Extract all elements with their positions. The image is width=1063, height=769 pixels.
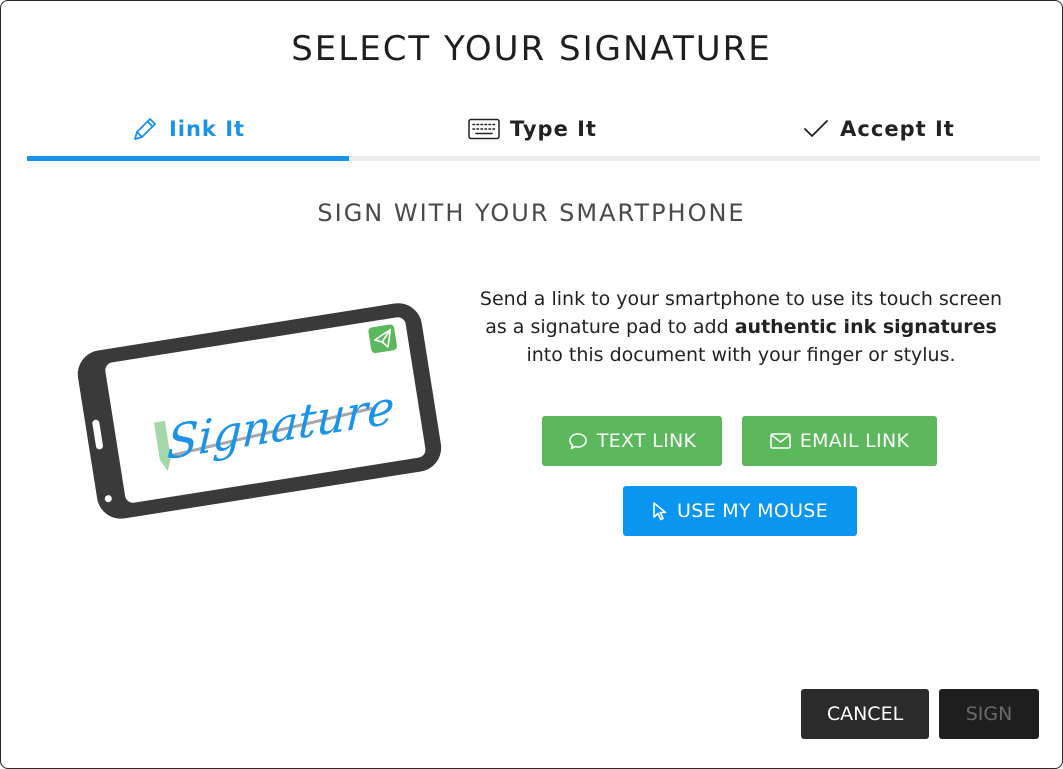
tab-type-it[interactable]: Type It — [365, 111, 700, 147]
smartphone-illustration: Signature — [71, 296, 451, 526]
pencil-icon — [131, 115, 159, 143]
use-my-mouse-label: USE MY MOUSE — [677, 500, 828, 522]
sign-button[interactable]: SIGN — [939, 689, 1039, 739]
checkmark-icon — [802, 117, 830, 141]
envelope-icon — [769, 433, 791, 449]
cursor-arrow-icon — [652, 501, 668, 521]
signature-dialog: SELECT YOUR SIGNATURE Iink It Type It Ac… — [0, 0, 1063, 769]
email-link-button[interactable]: EMAIL LINK — [742, 416, 937, 466]
email-link-label: EMAIL LINK — [799, 430, 910, 452]
section-subtitle: SIGN WITH YOUR SMARTPHONE — [317, 199, 746, 227]
text-link-button[interactable]: TEXT LINK — [542, 416, 722, 466]
tab-ink-it-label: Iink It — [168, 117, 246, 141]
keyboard-icon — [468, 118, 500, 140]
paper-plane-icon — [368, 324, 397, 354]
chat-bubble-icon — [568, 431, 588, 451]
description-bold: authentic ink signatures — [734, 316, 997, 338]
cancel-button[interactable]: CANCEL — [801, 689, 929, 739]
dialog-title: SELECT YOUR SIGNATURE — [291, 29, 772, 69]
description-part2: into this document with your finger or s… — [526, 344, 956, 366]
tab-accept-it[interactable]: Accept It — [717, 111, 1040, 147]
tab-bar: Iink It Type It Accept It — [27, 101, 1040, 161]
use-my-mouse-button[interactable]: USE MY MOUSE — [623, 486, 857, 536]
tab-active-indicator — [27, 156, 349, 161]
description-text: Send a link to your smartphone to use it… — [471, 285, 1011, 369]
tab-ink-it[interactable]: Iink It — [27, 111, 349, 147]
text-link-label: TEXT LINK — [596, 430, 697, 452]
tab-type-it-label: Type It — [510, 117, 597, 141]
tab-accept-it-label: Accept It — [840, 117, 955, 141]
